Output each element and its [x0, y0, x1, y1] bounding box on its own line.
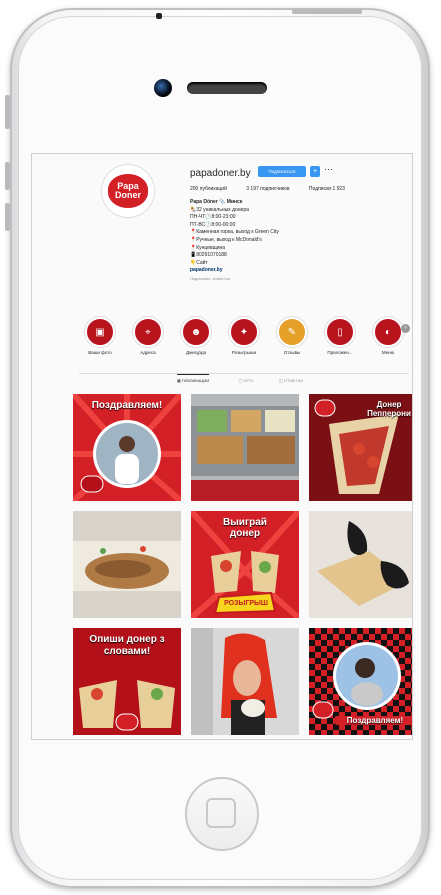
bio-line: 📍Каменная горка, выход к Green City — [190, 229, 279, 236]
tab-tagged[interactable]: ◫ ОТМЕТКИ — [279, 378, 303, 383]
post-caption: Поздравляем! — [335, 716, 412, 725]
followed-by-text[interactable]: Подписано: shrike.bar — [190, 275, 390, 283]
profile-stats: 200 публикаций 3 197 подписчиков Подписк… — [190, 186, 363, 192]
bio-line: 📍Ручные, выход к McDonald's — [190, 236, 262, 243]
followers-count[interactable]: 3 197 подписчиков — [246, 186, 289, 192]
food-icon: ◐ — [373, 317, 403, 347]
phone-icon: ▯ — [325, 317, 355, 347]
map-pin-icon: ⌖ — [133, 317, 163, 347]
volume-down-button — [5, 203, 10, 231]
bio-website-link[interactable]: papadoner.by — [190, 267, 390, 275]
posts-count: 200 публикаций — [190, 186, 227, 192]
top-button — [292, 9, 362, 14]
photo-icon: ▣ — [85, 317, 115, 347]
front-camera-icon — [154, 79, 172, 97]
top-left-nub — [156, 13, 162, 19]
suggested-accounts-button[interactable]: + — [310, 166, 320, 177]
tab-igtv[interactable]: ▢ IGTV — [239, 378, 253, 383]
instagram-profile-screen: Papa Doner papadoner.by Подписаться + ··… — [31, 153, 413, 740]
earpiece-speaker — [187, 82, 267, 94]
story-highlights: ▣ Ваши фото ⌖ Адреса ☻ Джигурда ✦ Розыгр… — [79, 317, 409, 357]
bio-name: Papa Döner 📎 Минск — [190, 199, 243, 205]
bio-line: 👇Сайт — [190, 259, 208, 266]
home-square-icon — [206, 798, 236, 828]
post-tile[interactable] — [73, 511, 181, 618]
post-tile[interactable]: Донер Пепперони — [309, 394, 412, 501]
post-tile[interactable] — [309, 511, 412, 618]
following-count[interactable]: Подписки 1 923 — [309, 186, 345, 192]
profile-avatar[interactable]: Papa Doner — [101, 164, 155, 218]
more-options-button[interactable]: ··· — [324, 164, 333, 174]
post-tile[interactable] — [191, 628, 299, 735]
bio-line: 📱80291070188 — [190, 252, 227, 259]
post-tile[interactable]: Поздравляем! — [309, 628, 412, 735]
post-caption: Опиши донер з словами! — [89, 634, 165, 657]
chat-icon: ✎ — [277, 317, 307, 347]
bio-line: ПН-ЧТ🕛8:00-23:00 — [190, 214, 236, 221]
gift-icon: ✦ — [229, 317, 259, 347]
highlight-addresses[interactable]: ⌖ Адреса — [127, 317, 169, 355]
highlight-app[interactable]: ▯ Приложен... — [319, 317, 361, 355]
face-icon: ☻ — [181, 317, 211, 347]
post-caption: Донер Пепперони — [367, 400, 411, 418]
highlight-giveaways[interactable]: ✦ Розыгрыши — [223, 317, 265, 355]
follow-button[interactable]: Подписаться — [258, 166, 306, 177]
giveaway-sticker: РОЗЫГРЫШ — [224, 600, 268, 607]
post-caption: Поздравляем! — [91, 400, 163, 411]
profile-bio: Papa Döner 📎 Минск 🌯32 уникальных донера… — [190, 199, 390, 283]
post-tile[interactable]: Опиши донер з словами! — [73, 628, 181, 735]
post-tile[interactable]: Поздравляем! — [73, 394, 181, 501]
volume-up-button — [5, 162, 10, 190]
highlight-your-photos[interactable]: ▣ Ваши фото — [79, 317, 121, 355]
tabs-divider — [79, 373, 409, 374]
post-tile[interactable]: Выиграй донер РОЗЫГРЫШ — [191, 511, 299, 618]
tab-posts[interactable]: ▦ ПУБЛИКАЦИИ — [177, 374, 210, 383]
mute-switch — [5, 95, 10, 129]
post-tile[interactable] — [191, 394, 299, 501]
highlight-reviews[interactable]: ✎ Отзывы — [271, 317, 313, 355]
highlight-menu[interactable]: ◐ Меню — [367, 317, 409, 355]
papa-doner-logo: Papa Doner — [108, 174, 148, 208]
chevron-right-icon[interactable]: › — [401, 324, 410, 333]
profile-username: papadoner.by — [190, 168, 251, 179]
post-caption: Выиграй донер — [223, 517, 267, 539]
highlight-dzhigurda[interactable]: ☻ Джигурда — [175, 317, 217, 355]
